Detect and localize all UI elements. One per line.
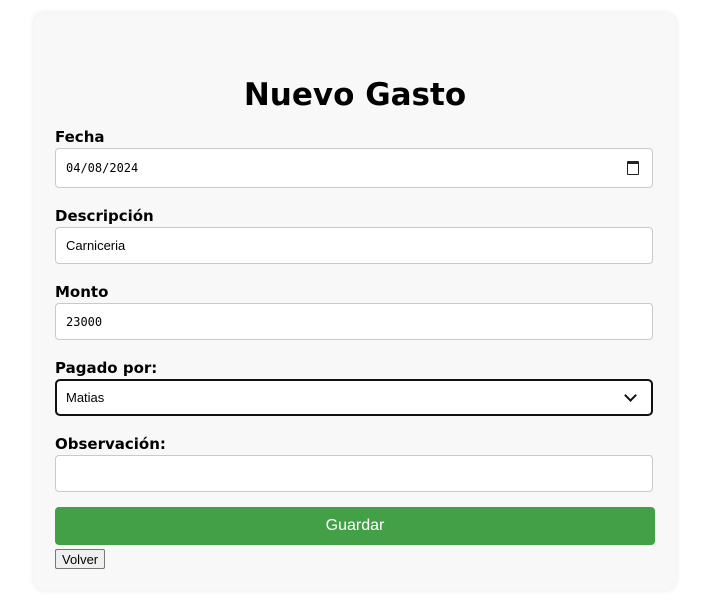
- monto-input[interactable]: 23000: [55, 303, 653, 340]
- monto-value: 23000: [66, 314, 103, 329]
- observacion-label: Observación:: [55, 435, 166, 453]
- observacion-input[interactable]: [55, 455, 653, 492]
- descripcion-label: Descripción: [55, 207, 154, 225]
- save-button[interactable]: Guardar: [55, 507, 655, 545]
- calendar-icon[interactable]: [627, 161, 639, 175]
- pagado-por-select[interactable]: Matias: [55, 379, 653, 416]
- monto-label: Monto: [55, 283, 109, 301]
- fecha-date-input[interactable]: 04/08/2024: [55, 148, 653, 188]
- chevron-down-icon: [624, 389, 637, 402]
- descripcion-value: Carniceria: [66, 238, 126, 253]
- pagado-por-value: Matias: [66, 390, 105, 405]
- page-title: Nuevo Gasto: [243, 77, 467, 113]
- back-button[interactable]: Volver: [55, 549, 106, 569]
- descripcion-input[interactable]: Carniceria: [55, 227, 653, 264]
- pagado-por-label: Pagado por:: [55, 359, 158, 377]
- fecha-value: 04/08/2024: [66, 161, 139, 175]
- new-expense-card: Nuevo Gasto Fecha 04/08/2024 Descripción…: [34, 13, 676, 590]
- fecha-label: Fecha: [55, 128, 105, 146]
